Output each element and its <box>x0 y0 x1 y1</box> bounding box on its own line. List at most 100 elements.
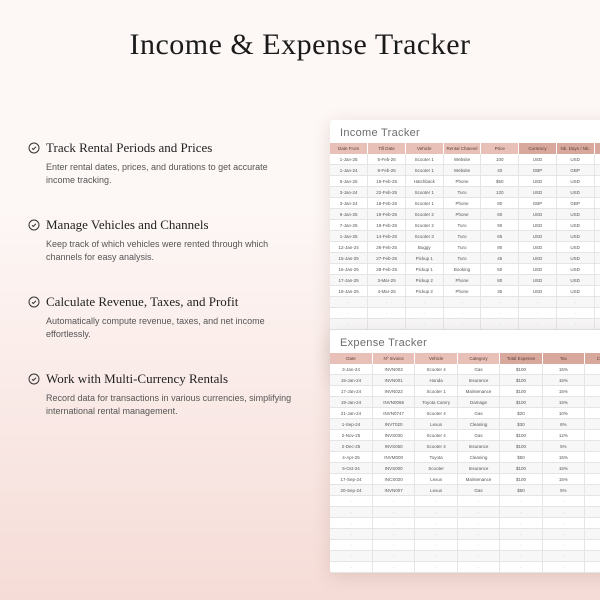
table-cell: - <box>372 540 414 551</box>
table-cell: 90 <box>481 220 519 231</box>
table-cell: Hatchback <box>405 176 443 187</box>
table-row: 15-Jan-24INVN001HondaInsurance$10015%USD… <box>330 375 600 386</box>
table-cell: 15% <box>542 375 584 386</box>
table-row: --------- <box>330 319 600 330</box>
table-cell: - <box>594 297 600 308</box>
table-cell: USD <box>585 408 600 419</box>
table-cell: USD <box>585 452 600 463</box>
table-cell: - <box>330 297 368 308</box>
table-cell: Turo <box>443 231 481 242</box>
table-cell: 19-Jan-24 <box>330 397 372 408</box>
table-cell: INVN0747 <box>372 408 414 419</box>
table-cell: Scooter 4 <box>415 408 457 419</box>
table-cell: USD <box>585 375 600 386</box>
table-cell: 45 <box>481 253 519 264</box>
table-cell: INCS020 <box>372 474 414 485</box>
table-cell: 26-Feb-25 <box>368 242 406 253</box>
table-cell: Phone <box>443 209 481 220</box>
table-cell: $100 <box>500 430 542 441</box>
page-title: Income & Expense Tracker <box>0 0 600 62</box>
table-cell: 14-Feb-25 <box>368 231 406 242</box>
table-cell: 5% <box>542 485 584 496</box>
column-header: Nb. Days / Nb. <box>556 143 594 154</box>
column-header: Tax <box>542 353 584 364</box>
table-cell: - <box>405 308 443 319</box>
table-cell: USD <box>519 286 557 297</box>
table-cell: Lexus <box>415 485 457 496</box>
table-cell: - <box>585 562 600 573</box>
feature-heading: Calculate Revenue, Taxes, and Profit <box>28 294 298 310</box>
table-cell: - <box>368 319 406 330</box>
table-cell: - <box>368 297 406 308</box>
table-cell: - <box>443 308 481 319</box>
table-cell: - <box>405 319 443 330</box>
table-cell: 19-Feb-25 <box>368 220 406 231</box>
table-cell: USD <box>519 242 557 253</box>
table-cell: 22-Feb-25 <box>368 187 406 198</box>
table-cell: INVN001 <box>372 375 414 386</box>
table-cell: USD <box>519 187 557 198</box>
table-cell: USD <box>585 364 600 375</box>
income-title: Income Tracker <box>330 120 600 143</box>
table-row: 1-Jan-2514-Feb-25Scooter 3Turo65USDUSD5%… <box>330 231 600 242</box>
table-cell: USD <box>519 231 557 242</box>
table-cell: 5% <box>594 242 600 253</box>
table-cell: 5% <box>542 441 584 452</box>
table-cell: - <box>519 308 557 319</box>
table-cell: 28-Feb-25 <box>368 264 406 275</box>
column-header: Currency <box>519 143 557 154</box>
expense-table: DateNº InvoiceVehicleCategoryTotal Expen… <box>330 353 600 573</box>
table-cell: - <box>457 507 499 518</box>
table-cell: - <box>372 529 414 540</box>
table-cell: - <box>372 507 414 518</box>
table-cell: 2-Nov-25 <box>330 430 372 441</box>
table-cell: 7-Jan-25 <box>330 220 368 231</box>
table-cell: 50 <box>481 264 519 275</box>
table-cell: Gas <box>457 408 499 419</box>
table-cell: Scooter 1 <box>405 198 443 209</box>
column-header: Vehicle <box>405 143 443 154</box>
table-cell: - <box>542 518 584 529</box>
table-row: 5-Oct-24INVS000ScooterInsurance$10015%US… <box>330 463 600 474</box>
table-cell: - <box>481 297 519 308</box>
table-cell: Turo <box>443 242 481 253</box>
table-cell: 17-Jan-25 <box>330 275 368 286</box>
table-cell: 2-Dec-25 <box>330 441 372 452</box>
feature-title: Manage Vehicles and Channels <box>46 217 209 233</box>
table-cell: - <box>330 562 372 573</box>
table-cell: $50 <box>481 176 519 187</box>
feature-description: Automatically compute revenue, taxes, an… <box>28 315 298 341</box>
table-row: 2-Dec-25INVS050Scooter 4Insurance$1005%U… <box>330 441 600 452</box>
table-cell: - <box>415 529 457 540</box>
table-cell: USD <box>556 286 594 297</box>
table-cell: 16-Jan-25 <box>330 264 368 275</box>
table-row: 20-Sep-24INVN007LexusGas$505%USD$50 <box>330 485 600 496</box>
table-cell: - <box>372 562 414 573</box>
table-cell: - <box>415 518 457 529</box>
table-cell: USD <box>556 176 594 187</box>
table-cell: 4-Apr-25 <box>330 452 372 463</box>
table-cell: Scooter 1 <box>415 386 457 397</box>
table-cell: INVN022 <box>372 386 414 397</box>
table-cell: Pickup 2 <box>405 286 443 297</box>
checkmark-icon <box>28 296 40 308</box>
table-cell: Scooter 1 <box>405 154 443 165</box>
table-cell: 15% <box>542 463 584 474</box>
table-row: 3-Jan-24INVN003Scooter 4Gas$10015%USD$10… <box>330 364 600 375</box>
table-cell: - <box>330 496 372 507</box>
table-row: 7-Jan-2519-Feb-25Scooter 2Turo90USDUSD5%… <box>330 220 600 231</box>
table-cell: - <box>585 518 600 529</box>
table-cell: Booking <box>443 264 481 275</box>
table-cell: - <box>372 496 414 507</box>
table-cell: USD <box>585 441 600 452</box>
table-cell: $20 <box>500 408 542 419</box>
table-cell: Scooter 2 <box>405 220 443 231</box>
table-cell: - <box>542 551 584 562</box>
table-cell: - <box>415 562 457 573</box>
table-cell: Honda <box>415 375 457 386</box>
table-cell: Maintenance <box>457 474 499 485</box>
table-cell: Pickup 2 <box>405 275 443 286</box>
table-cell: USD <box>556 154 594 165</box>
table-cell: - <box>556 308 594 319</box>
table-cell: USD <box>585 463 600 474</box>
